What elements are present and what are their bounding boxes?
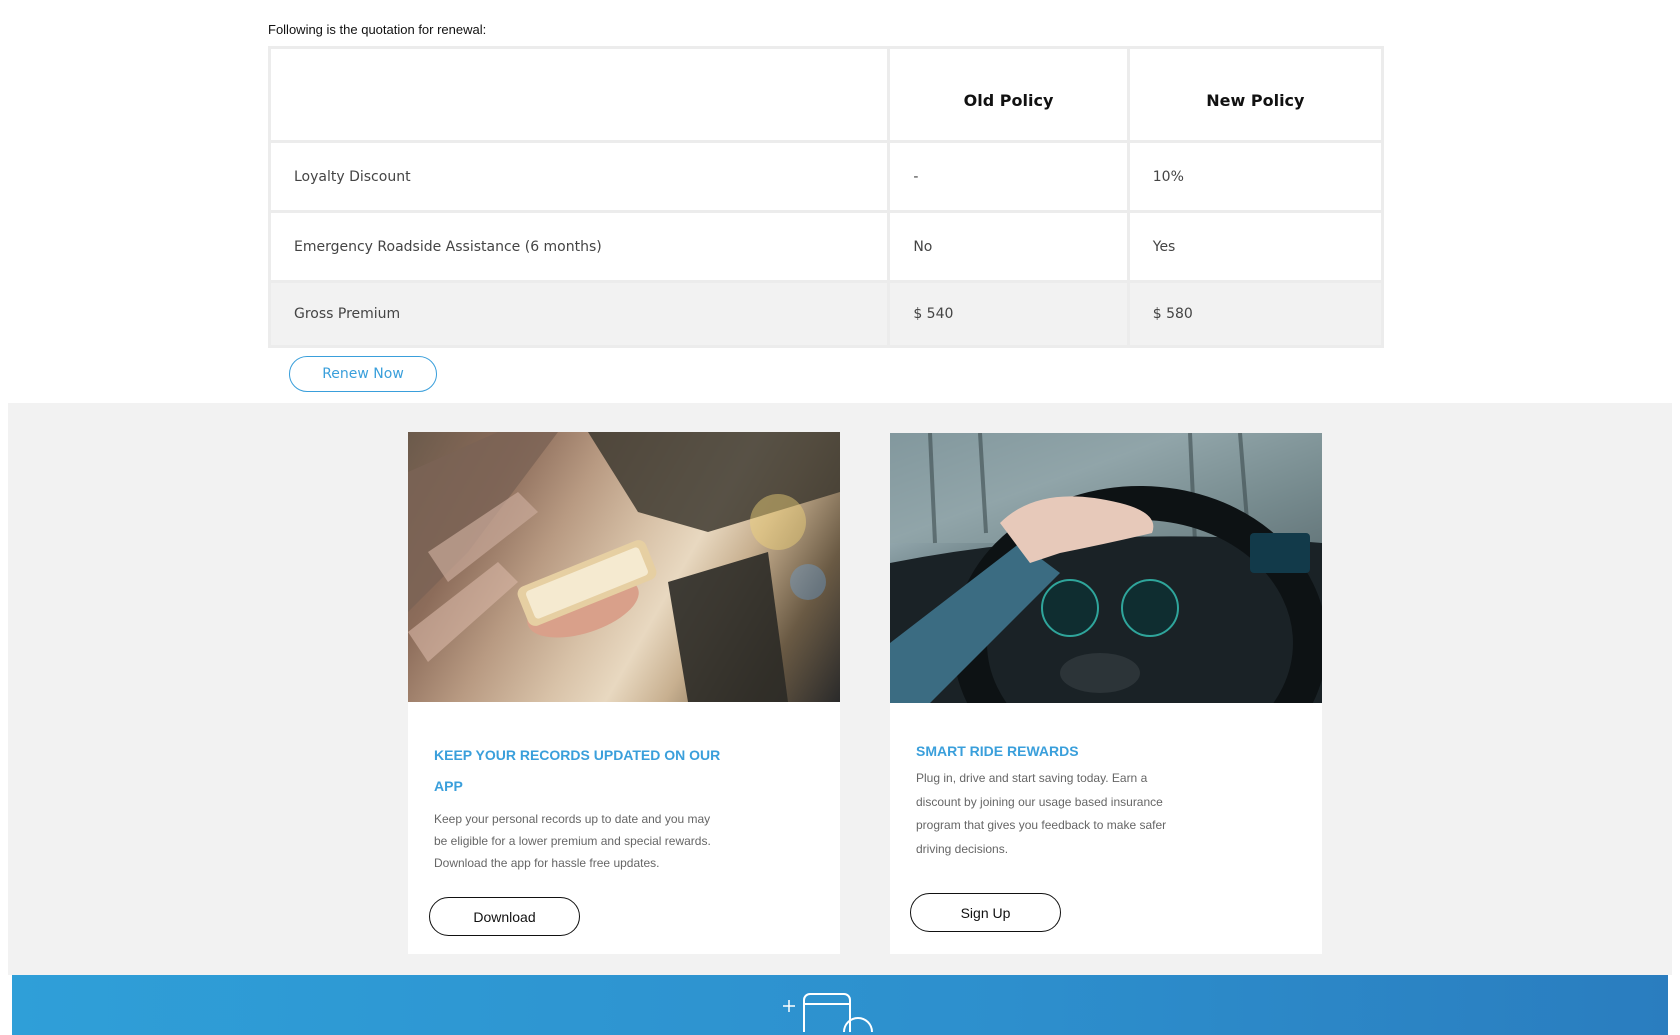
table-header-new-policy: New Policy	[1129, 49, 1381, 140]
new-policy-value: 10%	[1129, 143, 1381, 210]
app-promo-card: KEEP YOUR RECORDS UPDATED ON OUR APP Kee…	[408, 432, 840, 954]
woman-holding-smartphone-photo	[408, 432, 840, 702]
old-policy-value: -	[890, 143, 1127, 210]
old-policy-value: No	[890, 213, 1127, 280]
card-description: Plug in, drive and start saving today. E…	[916, 771, 1167, 856]
card-title: KEEP YOUR RECORDS UPDATED ON OUR APP	[434, 747, 721, 794]
gross-premium-new: $ 580	[1129, 283, 1381, 345]
card-description: Keep your personal records up to date an…	[434, 812, 711, 870]
gross-premium-old: $ 540	[890, 283, 1127, 345]
smart-ride-card: SMART RIDE REWARDS Plug in, drive and st…	[890, 433, 1322, 954]
card-title: SMART RIDE REWARDS	[916, 743, 1079, 759]
gross-premium-label: Gross Premium	[271, 283, 888, 345]
gross-premium-row: Gross Premium $ 540 $ 580	[271, 283, 1381, 345]
quotation-intro-text: Following is the quotation for renewal:	[268, 22, 487, 37]
renew-now-button[interactable]: Renew Now	[289, 356, 437, 392]
download-button[interactable]: Download	[429, 897, 580, 936]
table-header-empty	[271, 49, 888, 140]
promo-section	[8, 403, 1672, 975]
table-row: Loyalty Discount - 10%	[271, 143, 1381, 210]
hand-on-steering-wheel-photo	[890, 433, 1322, 703]
row-label: Emergency Roadside Assistance (6 months)	[271, 213, 888, 280]
table-header-row: Old Policy New Policy	[271, 49, 1381, 140]
table-row: Emergency Roadside Assistance (6 months)…	[271, 213, 1381, 280]
quotation-table: Old Policy New Policy Loyalty Discount -…	[268, 46, 1384, 348]
table-header-old-policy: Old Policy	[890, 49, 1127, 140]
mobile-phone-icon	[783, 993, 873, 1032]
row-label: Loyalty Discount	[271, 143, 888, 210]
sign-up-button[interactable]: Sign Up	[910, 893, 1061, 932]
new-policy-value: Yes	[1129, 213, 1381, 280]
